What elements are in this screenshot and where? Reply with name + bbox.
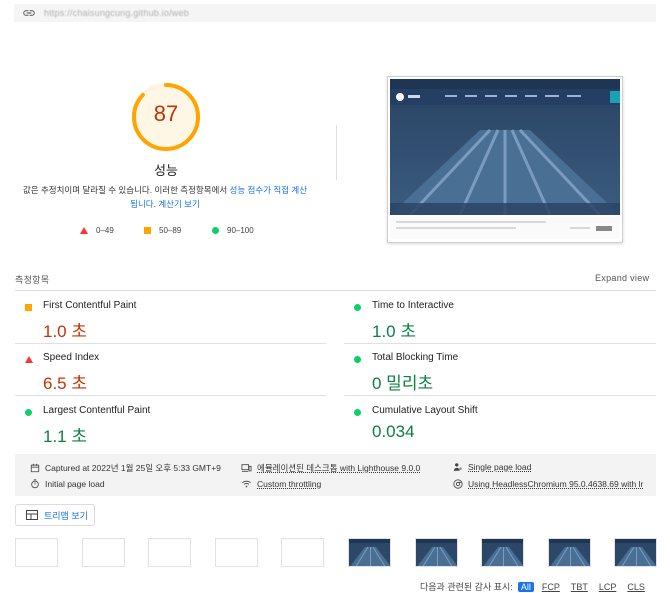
screenshot-hero-image xyxy=(390,105,620,215)
metric-value: 0 밀리초 xyxy=(372,374,434,393)
filmstrip-frame xyxy=(81,538,125,567)
circle-icon xyxy=(354,304,361,311)
metric-title: Speed Index xyxy=(43,352,100,363)
metric-cls: Cumulative Layout Shift 0.034 xyxy=(344,400,644,450)
metric-title: Total Blocking Time xyxy=(372,352,459,363)
metric-divider xyxy=(344,343,656,344)
metric-speed-index: Speed Index 6.5 초 xyxy=(15,347,315,397)
metrics-section-title: 측정항목 xyxy=(15,275,50,285)
metric-divider xyxy=(15,395,326,396)
triangle-icon xyxy=(25,356,33,363)
browser-info[interactable]: Using HeadlessChromium 95.0.4638.69 with… xyxy=(453,479,643,489)
audit-filter: 다음과 관련된 감사 표시: All FCP TBT LCP CLS xyxy=(420,580,648,593)
metric-title: Largest Contentful Paint xyxy=(43,405,151,416)
square-icon xyxy=(25,304,32,311)
device-emulation[interactable]: 에뮬레이션된 데스크톱 with Lighthouse 9.0.0 xyxy=(241,462,420,474)
throttling-text: Custom throttling xyxy=(257,479,322,489)
metric-divider xyxy=(344,395,656,396)
load-text: Initial page load xyxy=(45,479,105,489)
load-type: Initial page load xyxy=(30,479,105,489)
metric-value: 1.0 초 xyxy=(43,322,87,341)
filmstrip-frame xyxy=(148,538,192,567)
session-type[interactable]: Single page load xyxy=(453,462,531,472)
metric-fcp: First Contentful Paint 1.0 초 xyxy=(15,295,315,345)
circle-icon xyxy=(354,356,361,363)
treemap-label: 트리맵 보기 xyxy=(44,510,88,521)
metric-value: 0.034 xyxy=(372,422,415,441)
performance-title: 성능 xyxy=(154,163,178,178)
filmstrip-frame xyxy=(614,538,658,567)
metric-tbt: Total Blocking Time 0 밀리초 xyxy=(344,347,644,397)
metrics-top-divider xyxy=(15,290,656,291)
filmstrip-frame xyxy=(547,538,591,567)
captured-text: Captured at 2022년 1월 25일 오후 5:33 GMT+9 xyxy=(45,463,221,473)
metric-value: 1.1 초 xyxy=(43,427,87,446)
runtime-settings xyxy=(15,454,656,496)
wifi-icon xyxy=(242,480,251,488)
filmstrip-frame xyxy=(214,538,258,567)
url-bar[interactable]: https://chaisungcung.github.io/web xyxy=(14,4,656,22)
performance-score: 87 xyxy=(153,101,179,126)
link-icon xyxy=(23,10,35,16)
triangle-icon xyxy=(80,227,88,234)
metric-divider xyxy=(15,343,326,344)
filmstrip-frame xyxy=(414,538,458,567)
captured-time: Captured at 2022년 1월 25일 오후 5:33 GMT+9 xyxy=(30,462,221,474)
circle-icon xyxy=(354,409,361,416)
device-text: 에뮬레이션된 데스크톱 with Lighthouse 9.0.0 xyxy=(257,463,421,473)
filter-fcp[interactable]: FCP xyxy=(539,582,563,592)
filmstrip-frame xyxy=(15,538,58,567)
legend-pass: 90–100 xyxy=(212,226,254,235)
summary-divider xyxy=(336,125,337,180)
final-screenshot[interactable] xyxy=(387,76,623,243)
filmstrip-frame xyxy=(481,538,525,567)
metric-lcp: Largest Contentful Paint 1.1 초 xyxy=(15,400,315,450)
legend-pass-range: 90–100 xyxy=(227,226,254,235)
timer-icon xyxy=(31,479,39,489)
treemap-button[interactable]: 트리맵 보기 xyxy=(15,504,95,526)
score-description: 값은 추정치이며 달라질 수 있습니다. 이러한 측정항목에서 성능 점수가 직… xyxy=(20,183,310,211)
filmstrip-frame xyxy=(281,538,325,567)
filter-all[interactable]: All xyxy=(517,581,534,592)
person-icon xyxy=(453,463,462,471)
metric-value: 6.5 초 xyxy=(43,374,87,393)
filmstrip-frame xyxy=(348,538,391,567)
metric-value: 1.0 초 xyxy=(372,322,416,341)
legend-fail-range: 0–49 xyxy=(96,226,114,235)
browser-text: Using HeadlessChromium 95.0.4638.69 with… xyxy=(468,479,644,489)
legend-average: 50–89 xyxy=(144,226,181,235)
metric-title: Cumulative Layout Shift xyxy=(372,405,478,416)
screenshot-footer xyxy=(390,217,620,239)
throttling-info[interactable]: Custom throttling xyxy=(241,479,321,489)
square-icon xyxy=(144,227,151,234)
metric-title: Time to Interactive xyxy=(372,300,454,311)
circle-icon xyxy=(212,227,219,234)
devices-icon xyxy=(241,464,252,472)
screenshot-topbar xyxy=(390,79,620,89)
session-text: Single page load xyxy=(468,462,532,472)
metric-tti: Time to Interactive 1.0 초 xyxy=(344,295,644,345)
filter-lcp[interactable]: LCP xyxy=(596,582,620,592)
calculator-link[interactable]: 계산기 보기 xyxy=(158,199,199,209)
filter-tbt[interactable]: TBT xyxy=(568,582,591,592)
screenshot-navbar xyxy=(390,89,620,105)
page-url[interactable]: https://chaisungcung.github.io/web xyxy=(44,8,189,18)
legend-fail: 0–49 xyxy=(80,226,114,235)
description-text: 값은 추정치이며 달라질 수 있습니다. 이러한 측정항목에서 xyxy=(22,185,230,195)
filter-cls[interactable]: CLS xyxy=(624,582,648,592)
legend-average-range: 50–89 xyxy=(159,226,182,235)
treemap-icon xyxy=(26,510,38,520)
circle-icon xyxy=(25,409,32,416)
metric-title: First Contentful Paint xyxy=(43,300,137,311)
filter-label: 다음과 관련된 감사 표시: xyxy=(420,582,513,592)
chrome-icon xyxy=(453,479,463,489)
calendar-icon xyxy=(30,463,40,473)
expand-view-toggle[interactable]: Expand view xyxy=(595,273,649,283)
